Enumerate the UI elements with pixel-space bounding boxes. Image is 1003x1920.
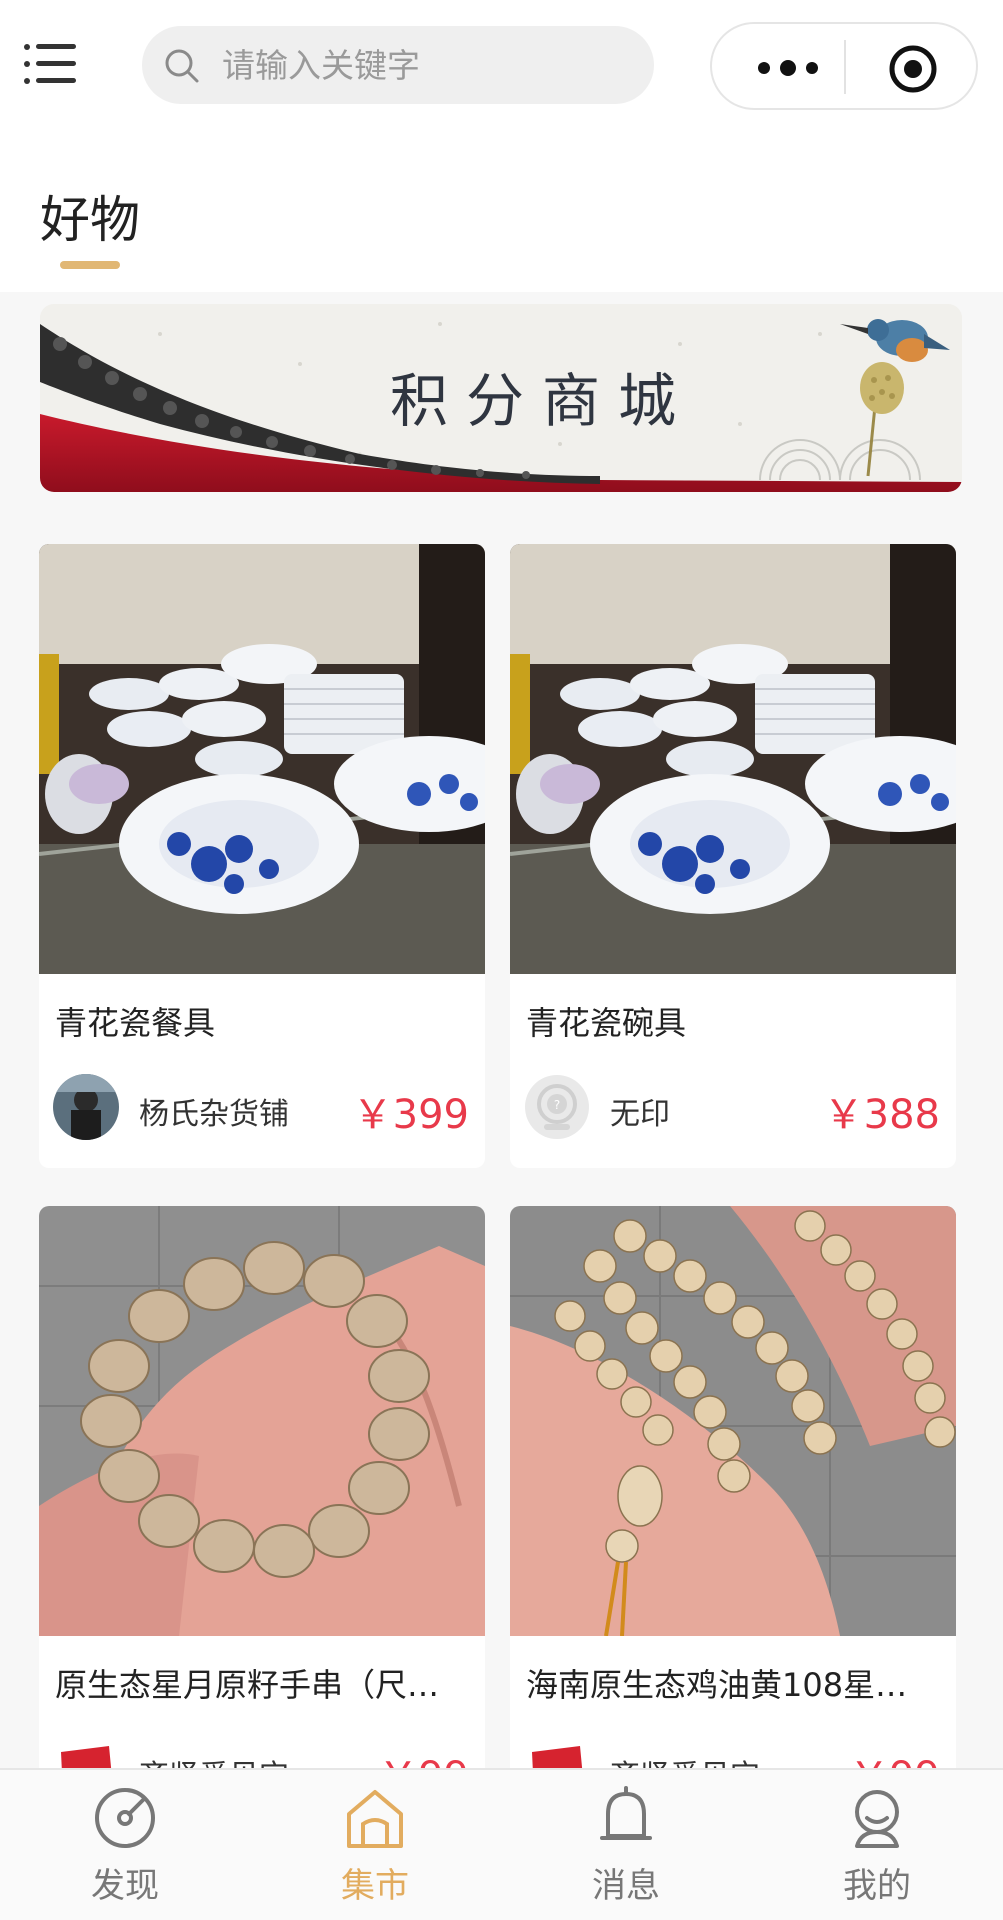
tab-label: 消息 <box>592 1866 660 1906</box>
tab-discover[interactable]: 发现 <box>0 1770 250 1920</box>
product-card[interactable]: 原生态星月原籽手串（尺… 齐贤爱贝宝 ￥99 <box>39 1206 485 1830</box>
market-icon <box>347 1790 403 1848</box>
product-title: 青花瓷餐具 <box>55 1004 216 1042</box>
product-image <box>39 1206 485 1636</box>
close-target-icon[interactable] <box>888 44 938 94</box>
user-icon <box>855 1790 899 1848</box>
banner-title: 积分商城 <box>390 367 695 435</box>
product-price: ￥388 <box>823 1092 940 1138</box>
product-title: 青花瓷碗具 <box>526 1004 687 1042</box>
shop-name: 杨氏杂货铺 <box>139 1097 289 1132</box>
mini-program-capsule <box>710 22 978 110</box>
search-icon <box>165 49 199 83</box>
product-title: 海南原生态鸡油黄108星… <box>526 1666 908 1704</box>
tab-messages[interactable]: 消息 <box>501 1770 751 1920</box>
search-input[interactable] <box>222 26 622 104</box>
product-image <box>510 544 956 974</box>
section-header: 好物 <box>0 130 1003 292</box>
more-icon[interactable] <box>748 46 828 90</box>
product-image <box>39 544 485 974</box>
section-underline <box>60 261 120 269</box>
tab-market[interactable]: 集市 <box>250 1770 500 1920</box>
shop-avatar <box>53 1074 119 1140</box>
search-bar[interactable] <box>142 26 654 104</box>
product-price: ￥399 <box>352 1092 469 1138</box>
product-image <box>510 1206 956 1636</box>
tab-label: 我的 <box>843 1866 911 1906</box>
capsule-divider <box>844 40 846 94</box>
bell-icon <box>600 1786 652 1840</box>
svg-text:?: ? <box>554 1098 560 1112</box>
compass-icon <box>95 1788 155 1848</box>
product-card[interactable]: 青花瓷碗具 ? 无印 ￥388 <box>510 544 956 1168</box>
menu-button[interactable] <box>24 40 80 88</box>
shop-avatar: ? <box>524 1074 590 1140</box>
tab-profile[interactable]: 我的 <box>752 1770 1002 1920</box>
section-title: 好物 <box>40 191 140 249</box>
tab-label: 集市 <box>341 1866 409 1906</box>
product-card[interactable]: 海南原生态鸡油黄108星… 齐贤爱贝宝 ￥99 <box>510 1206 956 1830</box>
product-title: 原生态星月原籽手串（尺… <box>55 1666 440 1704</box>
page: 好物 <box>0 0 1003 1920</box>
bottom-tab-bar: 发现 集市 消息 我的 <box>0 1768 1003 1920</box>
tab-label: 发现 <box>91 1866 159 1906</box>
top-bar <box>0 0 1003 130</box>
shop-name: 无印 <box>610 1097 670 1132</box>
points-mall-banner[interactable]: 积分商城 <box>40 304 962 492</box>
product-card[interactable]: 青花瓷餐具 杨氏杂货铺 ￥399 <box>39 544 485 1168</box>
